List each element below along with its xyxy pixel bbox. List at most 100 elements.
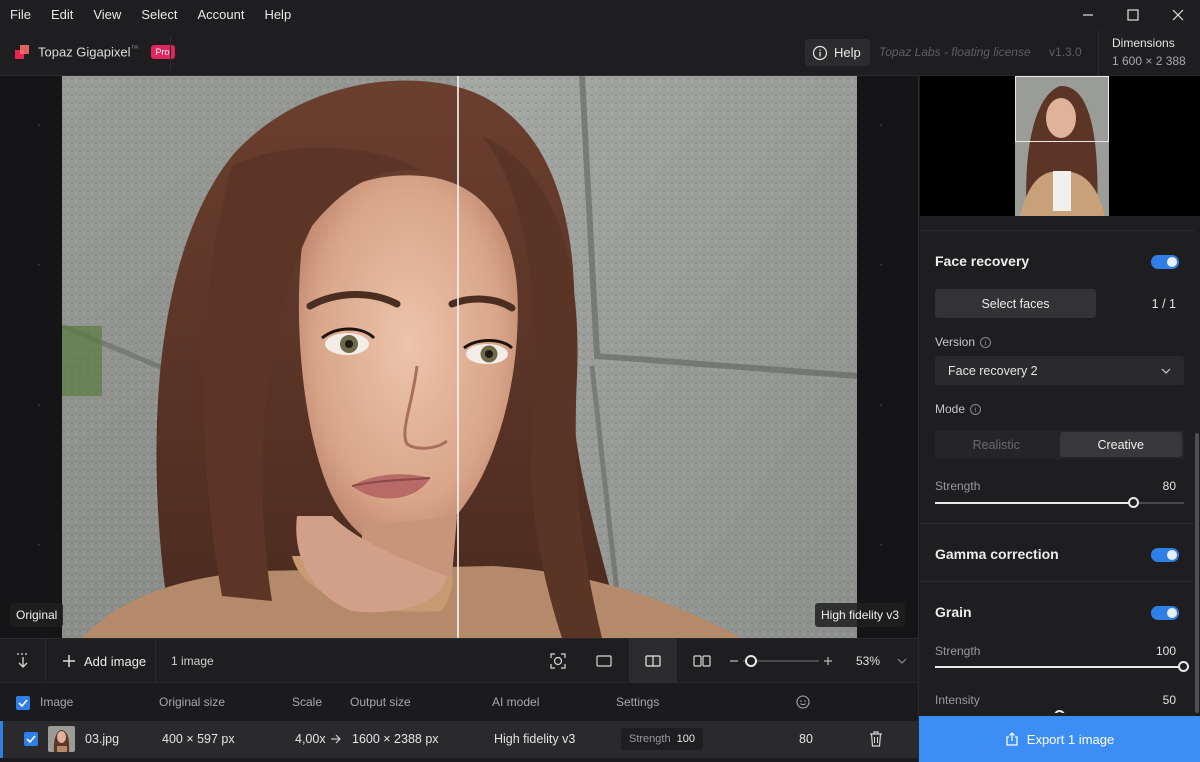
slider-knob[interactable] bbox=[1128, 497, 1139, 508]
minimize-button[interactable] bbox=[1065, 0, 1110, 30]
version-dropdown[interactable]: Face recovery 2 bbox=[935, 356, 1184, 385]
help-label: Help bbox=[834, 45, 861, 60]
plus-icon bbox=[63, 655, 75, 667]
panel-scrollbar[interactable] bbox=[1195, 433, 1199, 713]
col-original-size[interactable]: Original size bbox=[159, 695, 225, 709]
face-detect-button[interactable] bbox=[534, 639, 582, 683]
row-original-size: 400 × 597 px bbox=[162, 732, 235, 746]
grain-toggle[interactable] bbox=[1151, 606, 1179, 620]
settings-strength-label: Strength bbox=[629, 733, 671, 745]
gamma-toggle[interactable] bbox=[1151, 548, 1179, 562]
col-ai-model[interactable]: AI model bbox=[492, 695, 539, 709]
maximize-button[interactable] bbox=[1110, 0, 1155, 30]
close-icon bbox=[1172, 9, 1183, 21]
chevron-down-icon[interactable] bbox=[897, 657, 907, 665]
canvas-dot bbox=[880, 404, 882, 406]
menu-edit[interactable]: Edit bbox=[41, 0, 83, 30]
close-button[interactable] bbox=[1155, 0, 1200, 30]
info-icon[interactable]: i bbox=[980, 336, 992, 348]
row-checkbox[interactable] bbox=[24, 732, 38, 746]
info-icon bbox=[812, 45, 828, 60]
compare-split-line[interactable] bbox=[457, 76, 459, 638]
face-recovery-toggle[interactable] bbox=[1151, 255, 1179, 269]
maximize-icon bbox=[1126, 9, 1139, 21]
face-column-icon bbox=[796, 695, 810, 709]
add-image-label: Add image bbox=[84, 653, 147, 669]
zoom-value[interactable]: 53% bbox=[856, 654, 880, 668]
menu-select[interactable]: Select bbox=[131, 0, 187, 30]
version-label: Version i bbox=[935, 335, 992, 349]
slider-knob[interactable] bbox=[1178, 661, 1189, 672]
face-recovery-section: Face recovery Select faces 1 / 1 Version… bbox=[920, 230, 1194, 523]
image-canvas[interactable]: Original High fidelity v3 bbox=[0, 76, 918, 638]
image-count: 1 image bbox=[171, 654, 214, 668]
col-output-size[interactable]: Output size bbox=[350, 695, 411, 709]
grain-section: Grain Strength 100 Intensity 50 bbox=[920, 581, 1194, 713]
side-by-side-icon bbox=[693, 655, 711, 667]
canvas-dot bbox=[880, 124, 882, 126]
settings-strength-value: 100 bbox=[676, 733, 695, 745]
split-view-icon bbox=[645, 655, 661, 667]
row-ai-model[interactable]: High fidelity v3 bbox=[494, 732, 575, 746]
minimize-icon bbox=[1082, 14, 1093, 16]
grain-intensity-value: 50 bbox=[1162, 693, 1176, 707]
canvas-dot bbox=[38, 544, 40, 546]
col-scale[interactable]: Scale bbox=[292, 695, 322, 709]
zoom-slider-knob[interactable] bbox=[745, 655, 757, 667]
dimensions-label: Dimensions bbox=[1112, 36, 1175, 50]
download-button[interactable] bbox=[0, 639, 46, 683]
add-image-button[interactable]: Add image bbox=[46, 639, 156, 683]
grain-title: Grain bbox=[935, 604, 972, 620]
row-settings-chip[interactable]: Strength 100 bbox=[621, 728, 703, 750]
trademark-symbol: ™ bbox=[130, 44, 139, 54]
menu-view[interactable]: View bbox=[83, 0, 131, 30]
check-icon bbox=[18, 699, 28, 707]
canvas-dot bbox=[38, 404, 40, 406]
table-row[interactable]: 03.jpg 400 × 597 px 4,00x 1600 × 2388 px… bbox=[0, 721, 918, 758]
dimensions-value: 1 600 × 2 388 bbox=[1112, 54, 1186, 68]
row-thumbnail bbox=[48, 726, 75, 752]
canvas-dot bbox=[880, 264, 882, 266]
zoom-out-icon[interactable] bbox=[729, 656, 739, 666]
col-image[interactable]: Image bbox=[40, 695, 73, 709]
select-all-checkbox[interactable] bbox=[16, 696, 30, 710]
grain-strength-label: Strength bbox=[935, 644, 981, 658]
zoom-in-icon[interactable] bbox=[823, 656, 833, 666]
row-scale[interactable]: 4,00x bbox=[295, 732, 326, 746]
info-icon[interactable]: i bbox=[970, 403, 982, 415]
topaz-logo-icon bbox=[15, 45, 29, 59]
single-view-button[interactable] bbox=[580, 639, 628, 683]
face-scan-icon bbox=[550, 653, 566, 669]
navigator-viewport-frame[interactable] bbox=[1015, 76, 1109, 142]
export-icon bbox=[1006, 732, 1018, 746]
canvas-dot bbox=[38, 124, 40, 126]
slider-fill bbox=[935, 666, 1184, 668]
row-file-name: 03.jpg bbox=[85, 732, 120, 746]
slider-knob[interactable] bbox=[1054, 710, 1065, 713]
side-by-side-button[interactable] bbox=[678, 639, 726, 683]
settings-scroll-area[interactable]: Face recovery Select faces 1 / 1 Version… bbox=[920, 216, 1200, 713]
bottom-toolbar: Add image 1 image 53% bbox=[0, 638, 918, 683]
menu-bar: File Edit View Select Account Help bbox=[0, 0, 1200, 30]
menu-account[interactable]: Account bbox=[187, 0, 254, 30]
select-faces-button[interactable]: Select faces bbox=[935, 289, 1096, 318]
menu-file[interactable]: File bbox=[0, 0, 41, 30]
mode-realistic[interactable]: Realistic bbox=[935, 430, 1058, 459]
mode-creative[interactable]: Creative bbox=[1059, 432, 1182, 457]
col-settings[interactable]: Settings bbox=[616, 695, 659, 709]
navigator-preview[interactable] bbox=[920, 76, 1200, 216]
menu-help[interactable]: Help bbox=[254, 0, 301, 30]
export-button[interactable]: Export 1 image bbox=[919, 716, 1200, 762]
app-name: Topaz Gigapixel™ bbox=[38, 44, 139, 60]
trash-icon[interactable] bbox=[869, 731, 883, 747]
grain-strength-slider[interactable] bbox=[935, 661, 1189, 672]
image-table-header: Image Original size Scale Output size AI… bbox=[0, 683, 918, 721]
face-strength-slider[interactable] bbox=[935, 497, 1184, 508]
help-button[interactable]: Help bbox=[805, 39, 870, 66]
chevron-down-icon bbox=[1161, 368, 1171, 374]
original-tag: Original bbox=[10, 603, 64, 627]
check-icon bbox=[26, 735, 36, 743]
split-view-button[interactable] bbox=[629, 639, 677, 683]
license-text: Topaz Labs - floating license bbox=[879, 45, 1031, 59]
face-recovery-title: Face recovery bbox=[935, 253, 1030, 269]
